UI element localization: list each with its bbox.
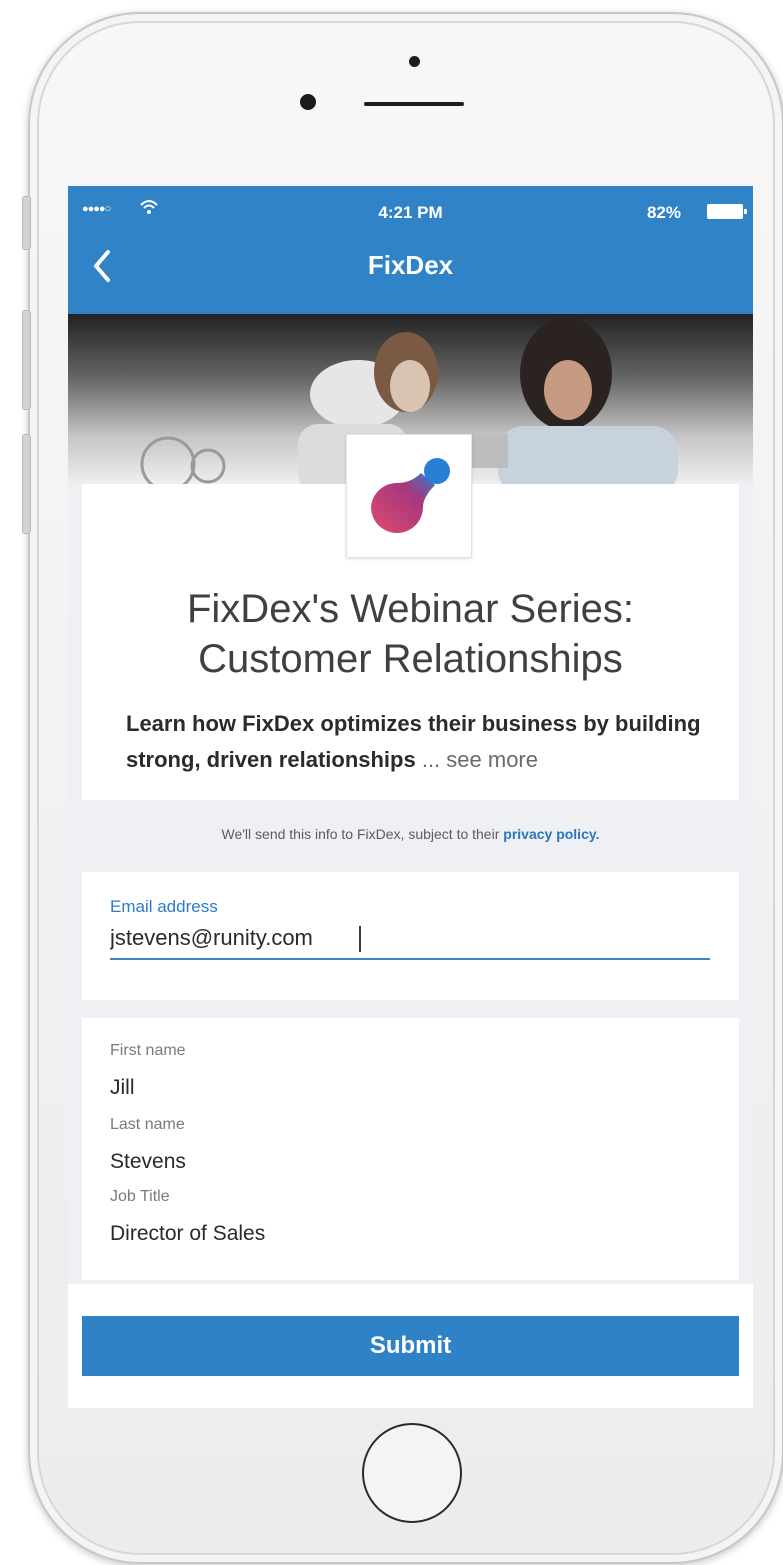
event-description: Learn how FixDex optimizes their busines… [126,706,736,778]
text-caret [359,926,361,952]
event-title: FixDex's Webinar Series: Customer Relati… [82,584,739,684]
company-logo [346,434,472,558]
fixdex-logo-icon [371,458,450,533]
see-more-link[interactable]: ... see more [416,747,538,772]
battery-icon [707,204,747,219]
proximity-sensor [409,56,420,67]
privacy-notice: We'll send this info to FixDex, subject … [68,826,753,842]
last-name-label: Last name [110,1116,185,1133]
event-title-line1: FixDex's Webinar Series: [186,587,635,631]
mute-switch [22,196,31,250]
privacy-policy-link[interactable]: privacy policy. [503,826,599,842]
event-description-text: Learn how FixDex optimizes their busines… [126,711,701,772]
earpiece-speaker [364,102,464,106]
profile-details-card: First name Jill Last name Stevens Job Ti… [82,1018,739,1280]
last-name-value[interactable]: Stevens [110,1150,186,1174]
privacy-notice-text: We'll send this info to FixDex, subject … [221,826,504,842]
job-title-value[interactable]: Director of Sales [110,1222,265,1246]
email-card: Email address [82,872,739,1000]
job-title-label: Job Title [110,1188,170,1205]
submit-button[interactable]: Submit [82,1316,739,1376]
first-name-label: First name [110,1042,186,1059]
home-button[interactable] [362,1423,462,1523]
front-camera [300,94,316,110]
volume-up-button [22,310,31,410]
email-field[interactable] [110,918,710,960]
first-name-value[interactable]: Jill [110,1076,135,1100]
email-label: Email address [110,897,218,916]
screen: ●●●●○ 4:21 PM 82% FixDex FixDex's Webina… [68,186,753,1408]
nav-title: FixDex [367,250,454,280]
nav-bar: ●●●●○ 4:21 PM 82% FixDex [68,186,753,314]
battery-percentage: 82% [646,203,681,222]
status-bar: ●●●●○ 4:21 PM 82% [68,186,753,236]
volume-down-button [22,434,31,534]
event-title-line2: Customer Relationships [198,637,623,681]
